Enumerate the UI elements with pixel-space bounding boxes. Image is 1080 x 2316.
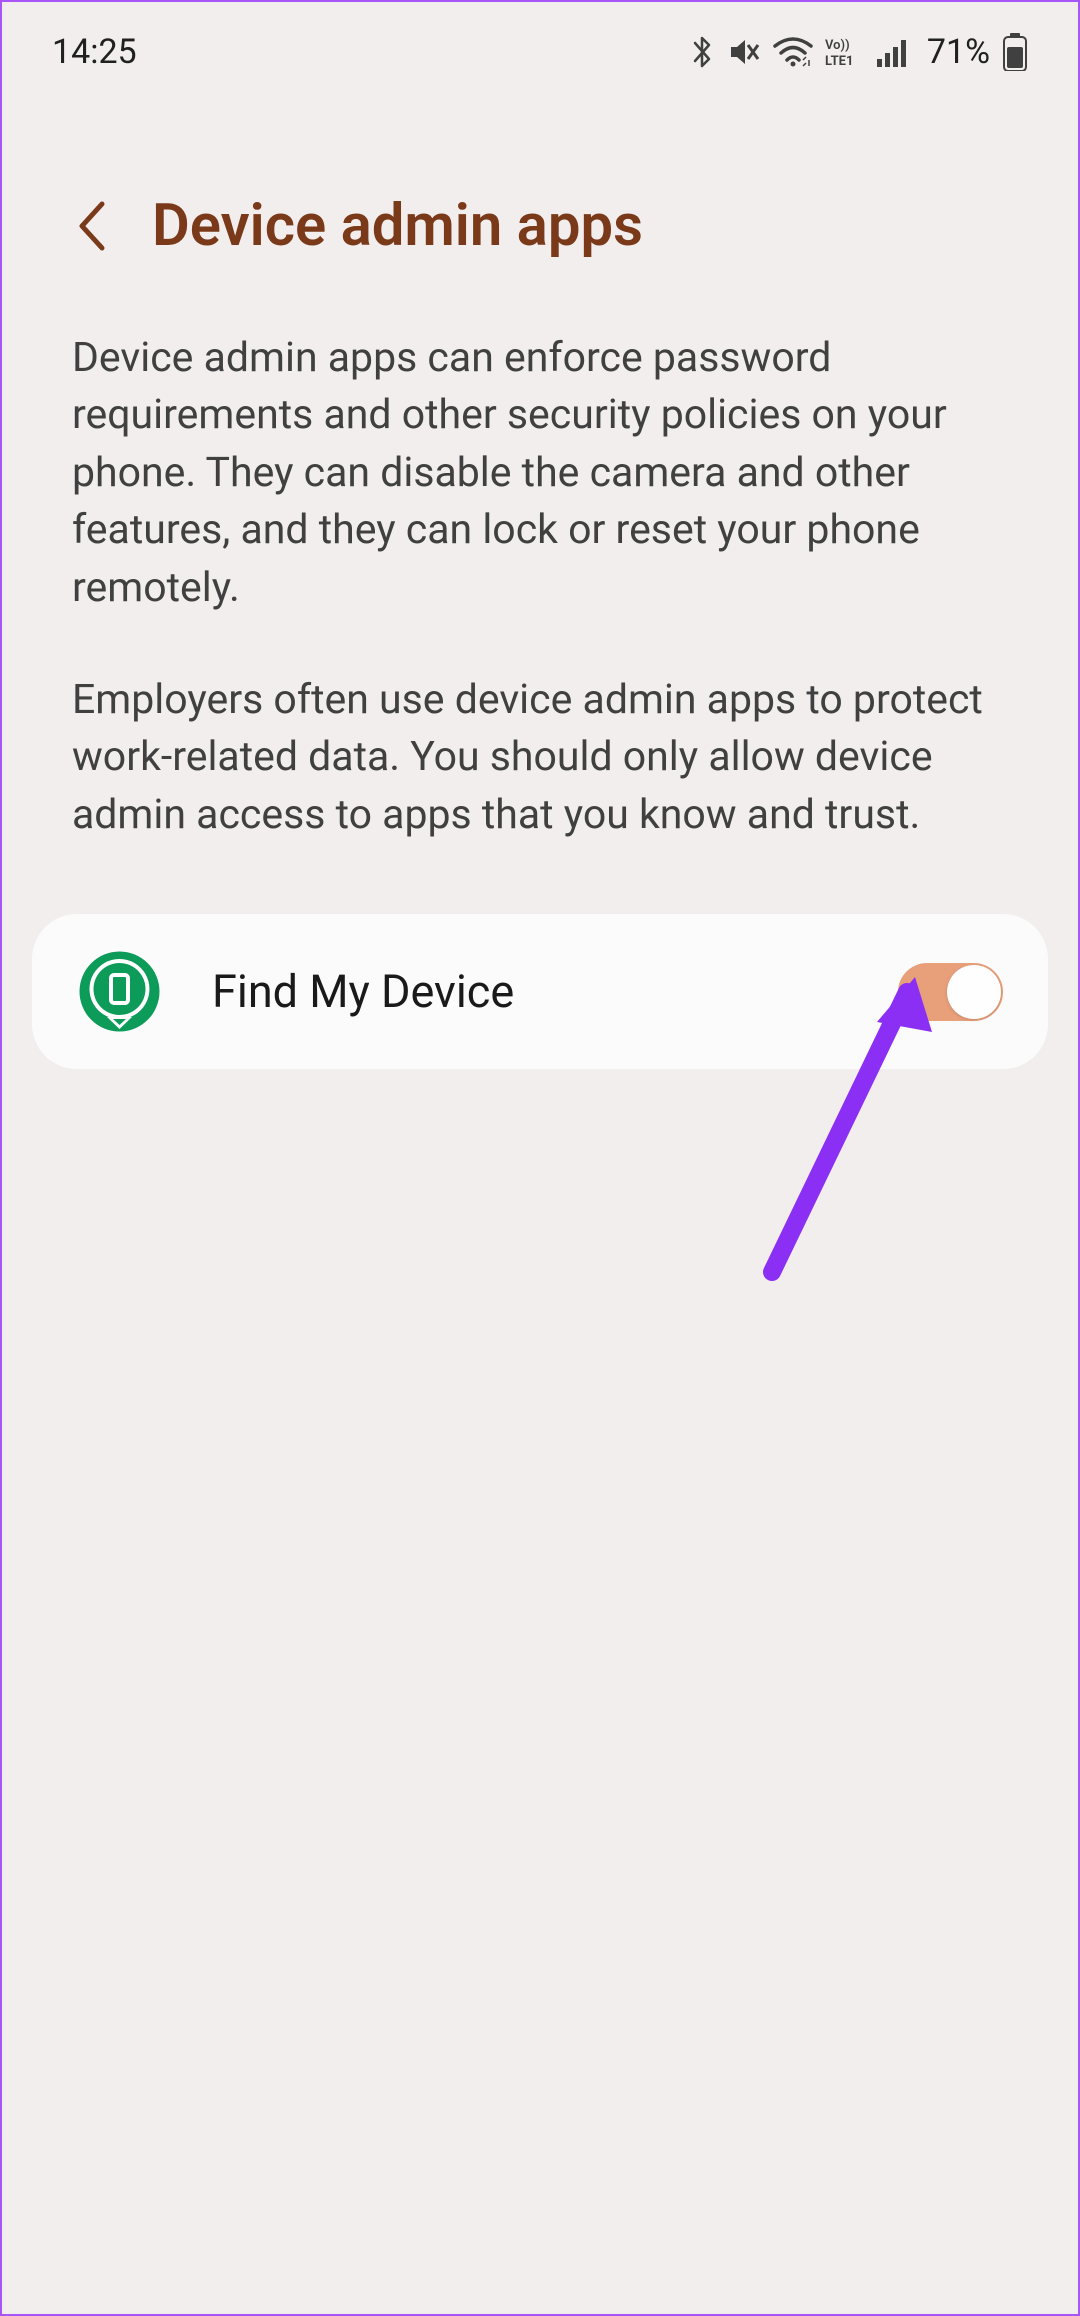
svg-text:LTE1: LTE1 xyxy=(825,54,853,69)
description-para2: Employers often use device admin apps to… xyxy=(72,672,1008,844)
battery-percentage: 71% xyxy=(927,32,990,72)
description-para1: Device admin apps can enforce password r… xyxy=(72,330,1008,617)
status-bar: 14:25 Vo)) LTE1 71% xyxy=(2,2,1078,92)
app-row-find-my-device[interactable]: Find My Device xyxy=(32,914,1048,1069)
find-my-device-icon xyxy=(77,949,162,1034)
wifi-icon xyxy=(773,36,813,68)
page-description: Device admin apps can enforce password r… xyxy=(2,300,1078,904)
app-label: Find My Device xyxy=(212,965,848,1018)
battery-icon xyxy=(1002,33,1028,71)
app-toggle[interactable] xyxy=(898,963,1003,1021)
mute-icon xyxy=(727,35,761,69)
back-icon[interactable] xyxy=(72,196,112,256)
status-time: 14:25 xyxy=(52,32,137,72)
page-title: Device admin apps xyxy=(152,192,643,260)
svg-text:Vo)): Vo)) xyxy=(825,38,850,53)
bluetooth-icon xyxy=(689,34,715,70)
volte-icon: Vo)) LTE1 xyxy=(825,35,865,69)
signal-icon xyxy=(877,37,911,67)
page-header: Device admin apps xyxy=(2,92,1078,300)
status-icons: Vo)) LTE1 71% xyxy=(689,32,1028,72)
